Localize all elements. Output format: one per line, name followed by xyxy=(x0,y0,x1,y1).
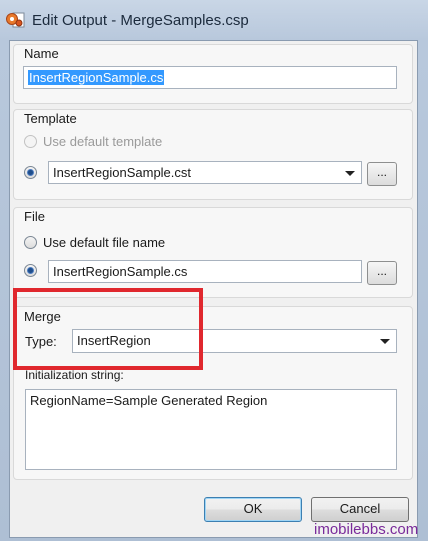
dropdown-arrow-icon xyxy=(380,339,390,344)
gear-document-icon xyxy=(5,11,25,29)
use-default-template-label: Use default template xyxy=(43,134,163,149)
custom-file-name-radio[interactable] xyxy=(24,264,37,277)
dropdown-arrow-icon xyxy=(345,171,355,176)
template-group: Template xyxy=(13,109,413,200)
dialog-window: Edit Output - MergeSamples.csp Name Inse… xyxy=(0,0,428,541)
use-default-file-name-radio[interactable]: Use default file name xyxy=(24,235,165,250)
name-group-label: Name xyxy=(24,46,59,61)
radio-checked-icon xyxy=(24,264,37,277)
template-file-value: InsertRegionSample.cst xyxy=(53,165,192,180)
file-browse-button[interactable]: ... xyxy=(367,261,397,285)
use-default-template-radio[interactable]: Use default template xyxy=(24,134,162,149)
name-input-value: InsertRegionSample.cs xyxy=(28,70,165,85)
initialization-string-input[interactable]: RegionName=Sample Generated Region xyxy=(25,389,397,470)
radio-checked-icon xyxy=(24,166,37,179)
radio-unchecked-icon xyxy=(24,135,37,148)
name-input[interactable]: InsertRegionSample.cs xyxy=(23,66,397,89)
template-group-label: Template xyxy=(24,111,77,126)
file-group: File xyxy=(13,207,413,298)
template-file-combo[interactable]: InsertRegionSample.cst xyxy=(48,161,362,184)
merge-group-label: Merge xyxy=(24,309,61,324)
watermark-text: imobilebbs.com xyxy=(314,521,419,538)
file-name-input[interactable]: InsertRegionSample.cs xyxy=(48,260,362,283)
use-default-file-name-label: Use default file name xyxy=(43,235,166,250)
ok-button[interactable]: OK xyxy=(204,497,302,522)
custom-template-radio[interactable] xyxy=(24,166,37,179)
window-title: Edit Output - MergeSamples.csp xyxy=(32,12,249,29)
file-name-value: InsertRegionSample.cs xyxy=(53,264,188,279)
merge-type-value: InsertRegion xyxy=(77,333,151,348)
file-group-label: File xyxy=(24,209,45,224)
initialization-string-label: Initialization string: xyxy=(25,368,124,382)
title-bar[interactable]: Edit Output - MergeSamples.csp xyxy=(0,0,428,40)
template-browse-button[interactable]: ... xyxy=(367,162,397,186)
radio-unchecked-icon xyxy=(24,236,37,249)
merge-type-label: Type: xyxy=(25,334,57,349)
cancel-button[interactable]: Cancel xyxy=(311,497,409,522)
merge-type-combo[interactable]: InsertRegion xyxy=(72,329,397,353)
initialization-string-value: RegionName=Sample Generated Region xyxy=(30,393,268,408)
